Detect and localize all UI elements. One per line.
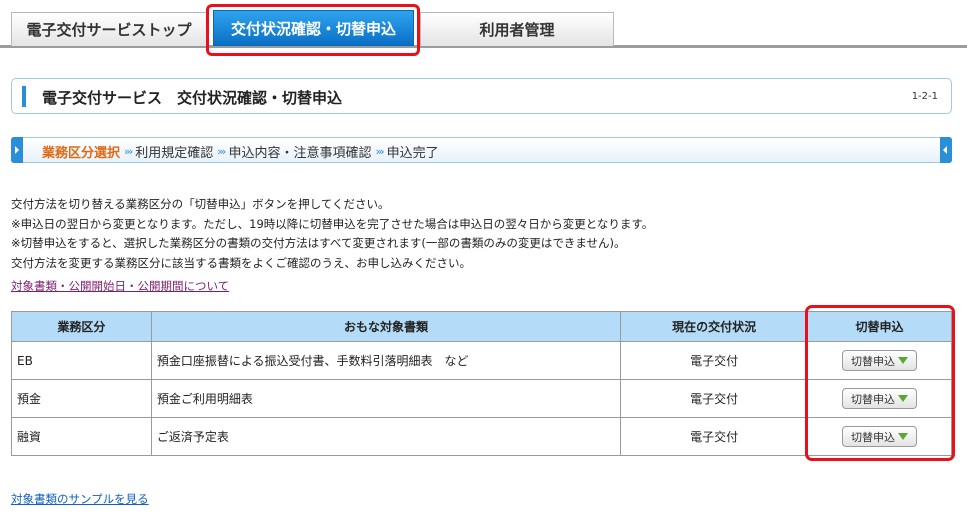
cell-switch: 切替申込	[807, 379, 952, 418]
switch-apply-label: 切替申込	[851, 392, 896, 406]
intro-line: ※申込日の翌日から変更となります。ただし、19時以降に切替申込を完了させた場合は…	[11, 216, 654, 231]
step-arrow-icon: ›››	[375, 145, 384, 158]
step-list: 業務区分選択 ››› 利用規定確認 ››› 申込内容・注意事項確認 ››› 申込…	[42, 142, 439, 161]
step-complete: 申込完了	[386, 146, 439, 161]
intro-line: ※切替申込をすると、選択した業務区分の書類の交付方法はすべて変更されます(一部の…	[11, 236, 626, 250]
step-right-cap	[940, 137, 952, 163]
step-arrow-icon: ›››	[124, 145, 133, 158]
header-documents: おもな対象書類	[150, 311, 622, 342]
switch-apply-button[interactable]: 切替申込	[842, 426, 918, 447]
page-code: 1-2-1	[911, 91, 938, 102]
table-header-row: 業務区分 おもな対象書類 現在の交付状況 切替申込	[11, 311, 952, 342]
triangle-down-icon	[898, 433, 909, 440]
triangle-down-icon	[898, 395, 909, 402]
intro-line: 交付方法を切り替える業務区分の「切替申込」ボタンを押してください。	[11, 197, 390, 211]
cell-category: 融資	[11, 417, 152, 456]
step-indicator: 業務区分選択 ››› 利用規定確認 ››› 申込内容・注意事項確認 ››› 申込…	[11, 137, 952, 163]
step-terms: 利用規定確認	[135, 146, 214, 161]
table-row: 預金 預金ご利用明細表 電子交付 切替申込	[11, 379, 952, 418]
switch-apply-button[interactable]: 切替申込	[842, 350, 918, 371]
cell-category: EB	[11, 341, 152, 380]
switch-apply-label: 切替申込	[851, 430, 896, 444]
intro-line: 交付方法を変更する業務区分に該当する書類をよくご確認のうえ、お申し込みください。	[11, 255, 471, 270]
triangle-down-icon	[898, 357, 909, 364]
title-accent-bar	[22, 86, 26, 107]
cell-documents: 預金口座振替による振込受付書、手数料引落明細表 など	[150, 341, 622, 380]
page-title-box: 電子交付サービス 交付状況確認・切替申込 1-2-1	[11, 78, 952, 114]
header-status: 現在の交付状況	[620, 311, 809, 342]
cell-status: 電子交付	[620, 379, 809, 418]
page-title: 電子交付サービス 交付状況確認・切替申込	[42, 89, 343, 107]
switch-apply-label: 切替申込	[851, 354, 896, 368]
cell-documents: 預金ご利用明細表	[150, 379, 622, 418]
cell-switch: 切替申込	[807, 341, 952, 380]
header-category: 業務区分	[11, 311, 152, 342]
step-left-cap	[11, 137, 23, 163]
step-confirm: 申込内容・注意事項確認	[228, 146, 372, 161]
switch-apply-button[interactable]: 切替申込	[842, 388, 918, 409]
category-table: 業務区分 おもな対象書類 現在の交付状況 切替申込 EB 預金口座振替による振込…	[11, 311, 952, 456]
cell-status: 電子交付	[620, 341, 809, 380]
table-row: EB 預金口座振替による振込受付書、手数料引落明細表 など 電子交付 切替申込	[11, 341, 952, 380]
step-arrow-icon: ›››	[217, 145, 226, 158]
table-row: 融資 ご返済予定表 電子交付 切替申込	[11, 417, 952, 456]
tab-user-management[interactable]: 利用者管理	[420, 12, 614, 46]
step-select-category: 業務区分選択	[42, 146, 121, 161]
cell-category: 預金	[11, 379, 152, 418]
cell-switch: 切替申込	[807, 417, 952, 456]
tab-bar: 電子交付サービストップ 交付状況確認・切替申込 利用者管理	[0, 0, 967, 56]
sample-documents-link[interactable]: 対象書類のサンプルを見る	[11, 491, 149, 507]
intro-text: 交付方法を切り替える業務区分の「切替申込」ボタンを押してください。 ※申込日の翌…	[11, 195, 653, 273]
cell-status: 電子交付	[620, 417, 809, 456]
tab-service-top[interactable]: 電子交付サービストップ	[11, 12, 207, 46]
header-switch: 切替申込	[807, 311, 952, 342]
cell-documents: ご返済予定表	[150, 417, 622, 456]
about-documents-link[interactable]: 対象書類・公開開始日・公開期間について	[11, 278, 229, 294]
tab-status-switch[interactable]: 交付状況確認・切替申込	[213, 10, 414, 46]
